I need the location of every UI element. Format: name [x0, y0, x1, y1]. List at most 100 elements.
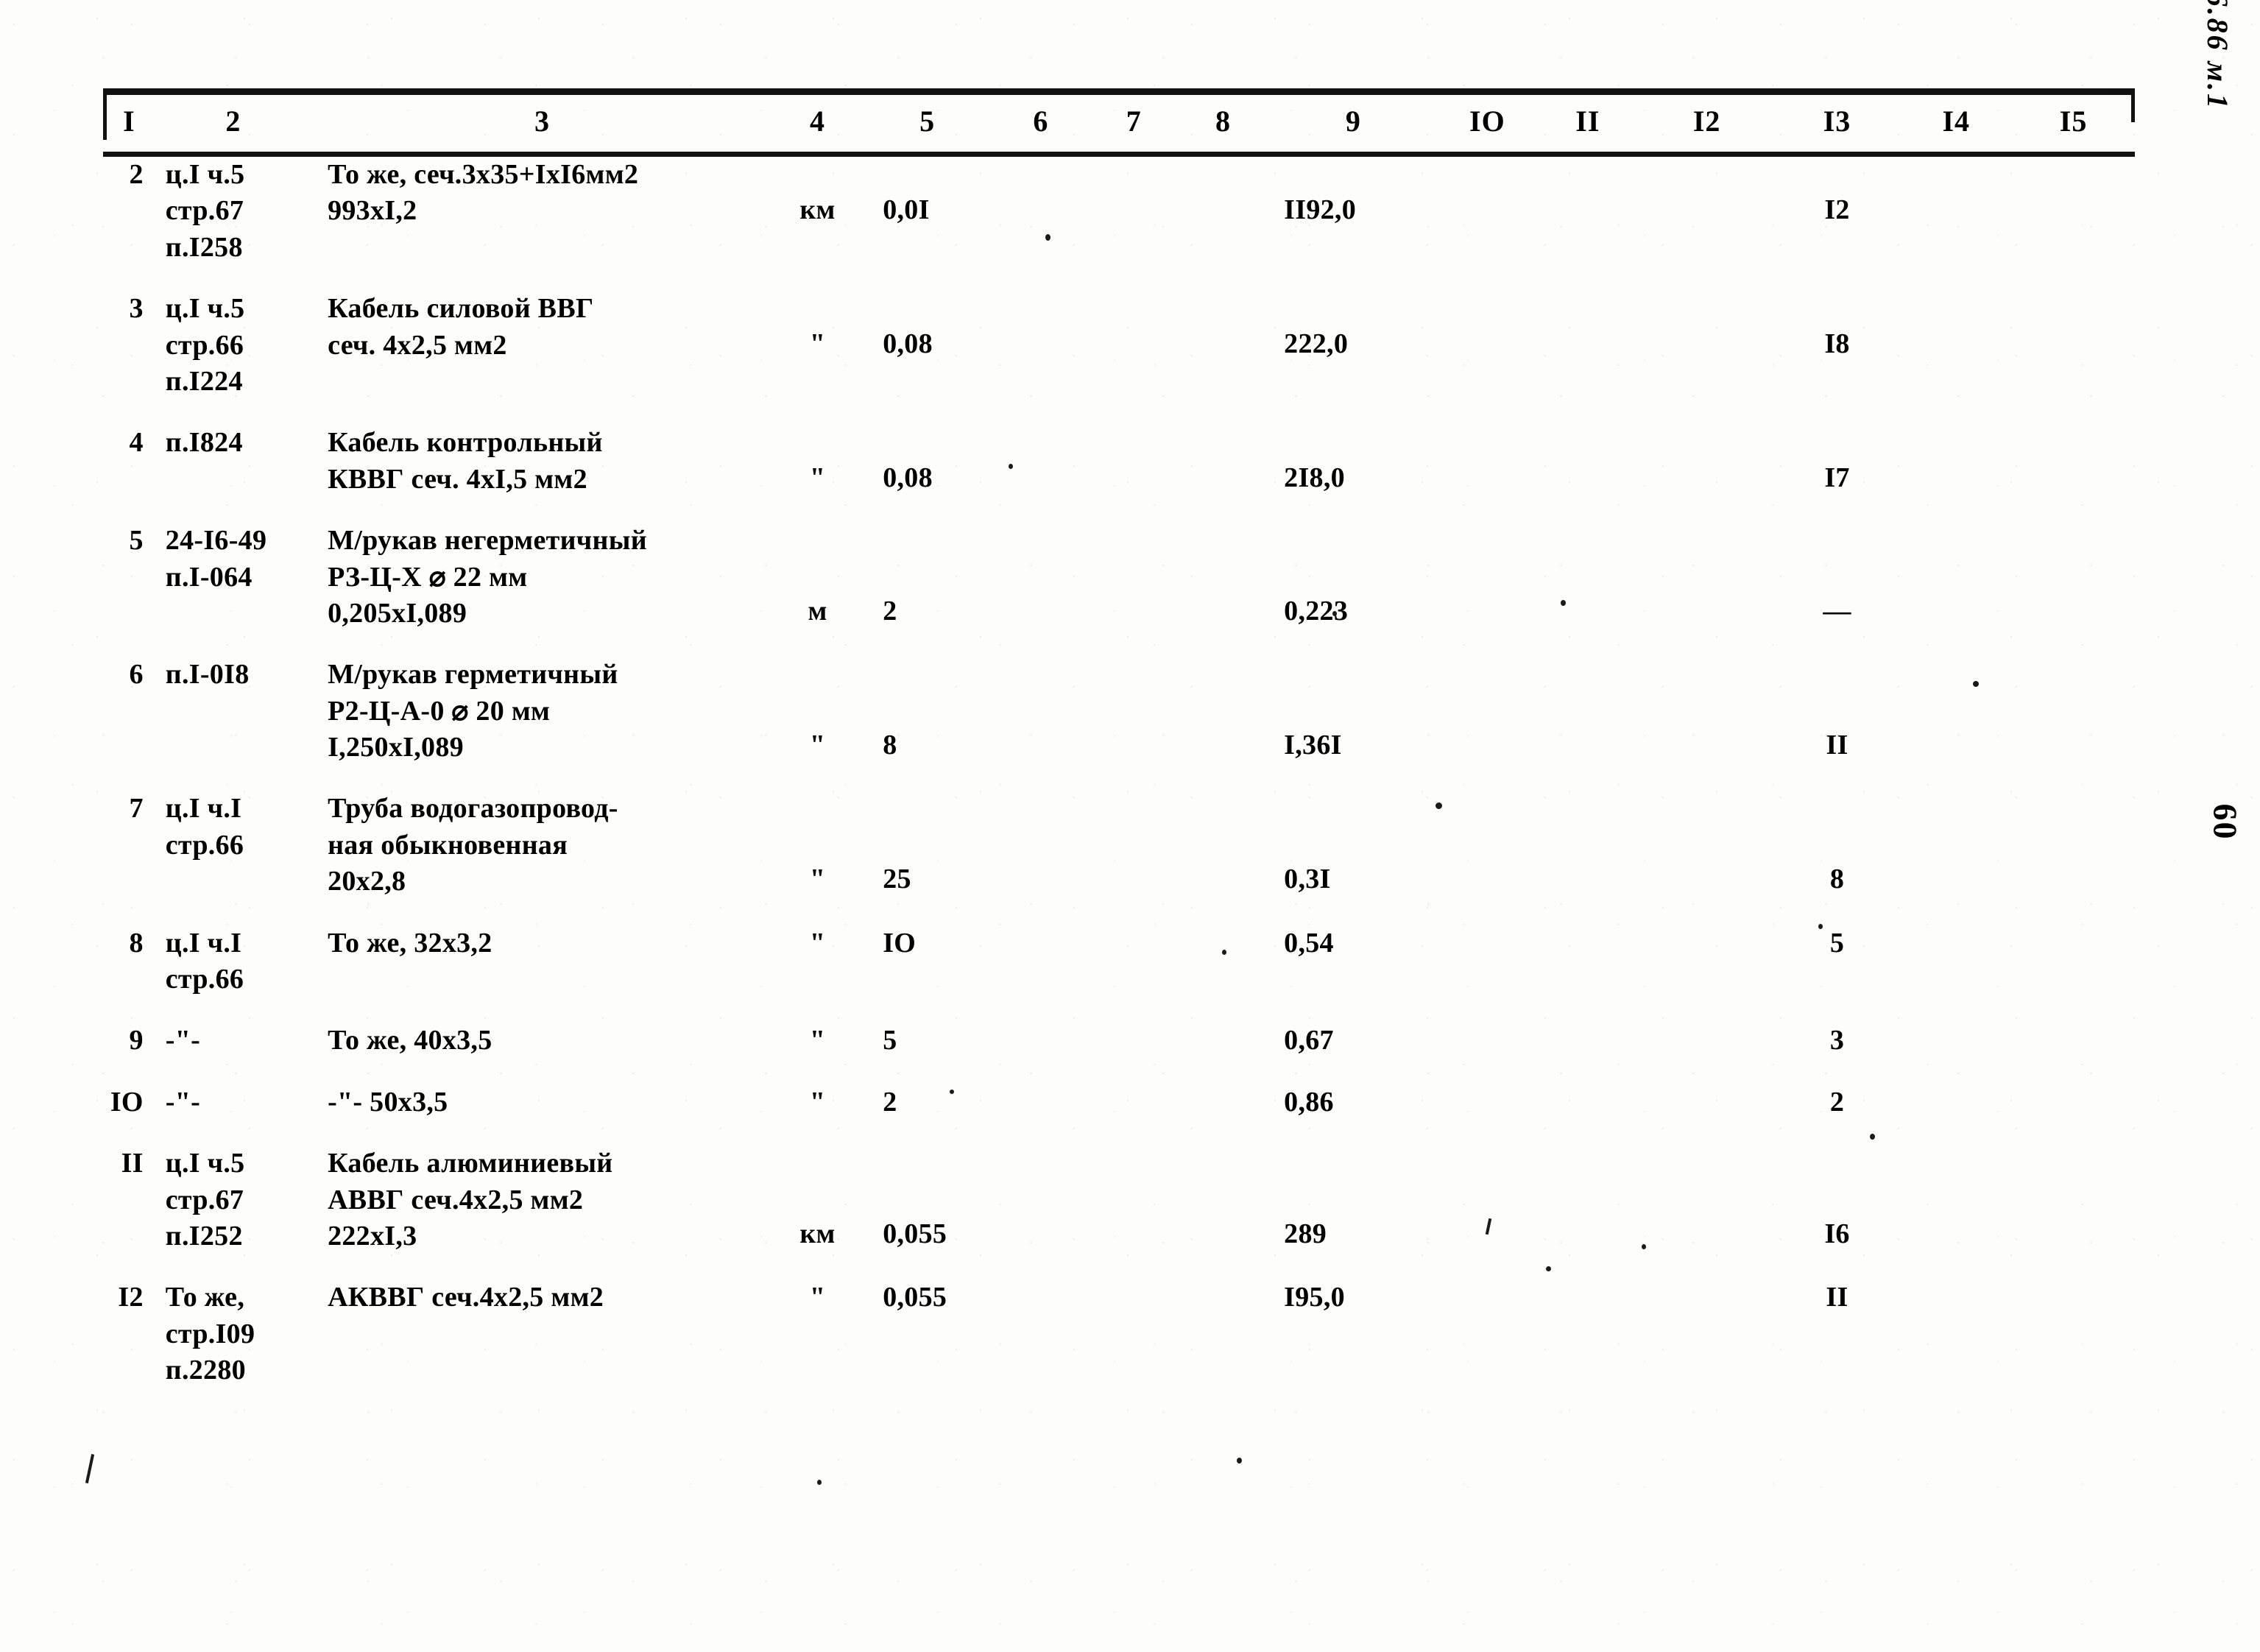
table-row[interactable]: 3 ц.I ч.5 стр.66 п.I224 Кабель силовой ВВГ…	[103, 291, 2135, 400]
row-spacer	[103, 632, 2135, 657]
row-value-col13-cell: I8	[1824, 328, 1850, 360]
row-quantity-cell: 0,055	[883, 1282, 947, 1313]
column-header-2: 2	[225, 105, 241, 138]
row-empty-cell-15	[2012, 925, 2135, 998]
row-empty-cell-15	[2012, 523, 2135, 632]
scan-speck	[1818, 924, 1823, 929]
row-empty-cell-10	[1439, 657, 1536, 766]
page-number: 60	[2206, 803, 2245, 841]
table-row[interactable]: 7 ц.I ч.I стр.66 Труба водогазопровод- ная…	[103, 791, 2135, 900]
table-row[interactable]: 8 ц.I ч.I стр.66 То же, 32х3,2 " IO 0,54 5	[103, 925, 2135, 998]
row-number-cell: 6	[129, 659, 144, 691]
row-empty-cell-12	[1640, 157, 1774, 266]
row-spacer	[103, 766, 2135, 791]
table-corner-tick-left	[103, 88, 107, 140]
row-empty-cell-8	[1179, 1279, 1268, 1388]
row-description-cell: То же, сеч.3х35+IхI6мм2 993хI,2	[328, 159, 639, 227]
row-empty-cell-7	[1090, 1279, 1179, 1388]
column-header-15: I5	[2059, 105, 2088, 138]
row-empty-cell-8	[1179, 657, 1268, 766]
row-spacer	[103, 400, 2135, 425]
row-empty-cell-7	[1090, 925, 1179, 998]
column-header-12: I2	[1692, 105, 1721, 138]
row-spacer	[103, 998, 2135, 1023]
row-unit-cell: "	[809, 462, 826, 494]
table-row[interactable]: IO -"- -"- 50х3,5 " 2 0,86 2	[103, 1084, 2135, 1120]
row-empty-cell-6	[992, 925, 1089, 998]
row-empty-cell-15	[2012, 425, 2135, 498]
column-header-10: IO	[1469, 105, 1505, 138]
table-row[interactable]: 2 ц.I ч.5 стр.67 п.I258 То же, сеч.3х35+Iх…	[103, 157, 2135, 266]
row-empty-cell-10	[1439, 425, 1536, 498]
row-description-cell: М/рукав герметичный Р2-Ц-А-0 ⌀ 20 мм I,2…	[328, 659, 618, 763]
row-empty-cell-15	[2012, 1084, 2135, 1120]
table-row[interactable]: 5 24-I6-49 п.I-064 М/рукав негерметичный Р…	[103, 523, 2135, 632]
row-empty-cell-7	[1090, 1023, 1179, 1059]
margin-handwritten-annotation: 904-/-86.86 м.1	[2200, 0, 2235, 110]
row-empty-cell-10	[1439, 1084, 1536, 1120]
row-empty-cell-14	[1900, 425, 2012, 498]
row-value-col13-cell: I2	[1824, 194, 1850, 225]
row-empty-cell-6	[992, 1279, 1089, 1388]
row-description-cell: Кабель контрольный КВВГ сеч. 4хI,5 мм2	[328, 427, 603, 495]
row-unit-cell: км	[799, 194, 836, 225]
row-value-col13-cell: 2	[1829, 1086, 1845, 1118]
table-row[interactable]: 6 п.I-0I8 М/рукав герметичный Р2-Ц-А-0 ⌀ 2…	[103, 657, 2135, 766]
scan-speck	[1436, 802, 1442, 809]
column-header-9: 9	[1345, 105, 1361, 138]
row-empty-cell-12	[1640, 291, 1774, 400]
row-empty-cell-7	[1090, 1146, 1179, 1254]
table-row[interactable]: 9 -"- То же, 40х3,5 " 5 0,67 3	[103, 1023, 2135, 1059]
row-empty-cell-15	[2012, 1279, 2135, 1388]
row-empty-cell-14	[1900, 1146, 2012, 1254]
column-header-row: I 2 3 4 5 6 7 8 9 IO II I2 I3 I4 I5	[103, 95, 2135, 152]
row-source-code-cell: -"-	[165, 1025, 201, 1056]
row-empty-cell-8	[1179, 291, 1268, 400]
row-empty-cell-7	[1090, 157, 1179, 266]
row-empty-cell-6	[992, 657, 1089, 766]
row-value-col13-cell: 8	[1829, 864, 1845, 895]
column-header-1: I	[123, 105, 135, 138]
table-row[interactable]: 4 п.I824 Кабель контрольный КВВГ сеч. 4хI,…	[103, 425, 2135, 498]
row-value-col13-cell: II	[1826, 730, 1848, 761]
row-empty-cell-14	[1900, 925, 2012, 998]
row-spacer-cell	[103, 766, 2135, 791]
scan-speck	[950, 1090, 954, 1094]
row-empty-cell-10	[1439, 1279, 1536, 1388]
scan-speck	[1561, 600, 1566, 606]
row-number-cell: 2	[129, 159, 144, 190]
table-row[interactable]: I2 То же, стр.I09 п.2280 АКВВГ сеч.4х2,5 м…	[103, 1279, 2135, 1388]
row-empty-cell-15	[2012, 1023, 2135, 1059]
row-unit-cell: м	[808, 596, 827, 627]
row-empty-cell-8	[1179, 425, 1268, 498]
row-value-col9-cell: 0,3I	[1284, 864, 1331, 895]
row-quantity-cell: 5	[883, 1025, 897, 1056]
row-quantity-cell: 0,08	[883, 328, 933, 360]
column-header-4: 4	[810, 105, 826, 138]
row-empty-cell-7	[1090, 791, 1179, 900]
column-header-14: I4	[1942, 105, 1971, 138]
row-empty-cell-14	[1900, 523, 2012, 632]
row-empty-cell-8	[1179, 1023, 1268, 1059]
row-empty-cell-12	[1640, 1279, 1774, 1388]
row-empty-cell-12	[1640, 1023, 1774, 1059]
row-number-cell: 8	[129, 927, 144, 959]
scan-speck	[817, 1480, 822, 1485]
row-source-code-cell: п.I824	[165, 427, 243, 459]
row-quantity-cell: 0,055	[883, 1218, 947, 1250]
row-empty-cell-11	[1536, 1146, 1640, 1254]
row-empty-cell-10	[1439, 157, 1536, 266]
row-quantity-cell: 2	[883, 596, 897, 627]
row-empty-cell-14	[1900, 1279, 2012, 1388]
row-unit-cell: "	[809, 1086, 826, 1118]
row-unit-cell: "	[809, 927, 826, 959]
column-header-7: 7	[1126, 105, 1142, 138]
row-number-cell: 7	[129, 793, 144, 825]
row-value-col13-cell: 3	[1829, 1025, 1845, 1056]
row-empty-cell-15	[2012, 657, 2135, 766]
row-source-code-cell: ц.I ч.I стр.66	[165, 927, 244, 995]
row-empty-cell-6	[992, 791, 1089, 900]
specification-table-sheet: I 2 3 4 5 6 7 8 9 IO II I2 I3 I4 I5 2 ц.I…	[103, 88, 2135, 1389]
row-spacer-cell	[103, 1120, 2135, 1146]
table-row[interactable]: II ц.I ч.5 стр.67 п.I252 Кабель алюминиевы…	[103, 1146, 2135, 1254]
